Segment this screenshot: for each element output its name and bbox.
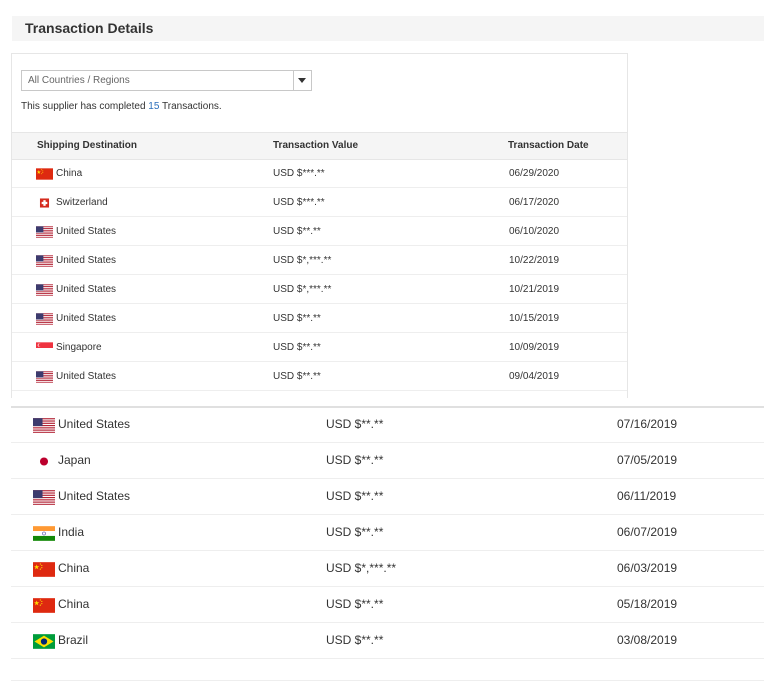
country-region-select[interactable]: All Countries / Regions [21,70,312,91]
country-region-select-value: All Countries / Regions [28,75,130,86]
transaction-row: United States USD $*,***.** 10/21/2019 [12,275,627,304]
transaction-value-cell: USD $**.** [326,525,384,539]
destination-cell: China [58,597,90,611]
transaction-row: Singapore USD $**.** 10/09/2019 [12,333,627,362]
destination-cell: United States [56,313,117,324]
transaction-value-cell: USD $**.** [273,313,321,324]
transaction-row: China USD $*,***.** 06/03/2019 [11,551,764,587]
india-flag-icon [33,526,55,541]
transaction-date-cell: 10/21/2019 [509,284,560,295]
japan-flag-icon [33,454,55,469]
section-header: Transaction Details [12,16,764,41]
destination-cell: India [58,525,85,539]
select-dropdown-button[interactable] [293,71,311,90]
column-header-value: Transaction Value [273,140,359,151]
destination-cell: Brazil [58,633,89,647]
transaction-date-cell: 06/29/2020 [509,168,560,179]
transaction-row: United States USD $*,***.** 10/22/2019 [12,246,627,275]
united-states-flag-icon [36,226,53,238]
united-states-flag-icon [36,371,53,383]
transactions-panel: All Countries / Regions This supplier ha… [11,53,628,398]
transaction-value-cell: USD $**.** [326,597,384,611]
transaction-row: United States USD $**.** 07/16/2019 [11,407,764,443]
transaction-row: Brazil USD $**.** 03/08/2019 [11,623,764,659]
transaction-value-cell: USD $***.** [273,197,325,208]
transaction-date-cell: 06/17/2020 [509,197,560,208]
destination-cell: China [58,561,90,575]
destination-cell: United States [56,226,117,237]
transaction-value-cell: USD $***.** [273,168,325,179]
destination-cell: United States [58,489,131,503]
transaction-value-cell: USD $*,***.** [273,284,332,295]
destination-cell: Japan [58,453,91,467]
transaction-row: Japan USD $**.** 07/05/2019 [11,443,764,479]
transaction-value-cell: USD $**.** [326,489,384,503]
transaction-date-cell: 06/03/2019 [617,561,678,575]
singapore-flag-icon [36,342,53,354]
transaction-count: 15 [148,101,160,112]
transaction-value-cell: USD $**.** [273,371,321,382]
table-header: Shipping Destination Transaction Value T… [12,132,627,160]
section-title: Transaction Details [25,20,154,36]
transaction-value-cell: USD $*,***.** [326,561,397,575]
transaction-row: United States USD $**.** 06/11/2019 [11,479,764,515]
transaction-value-cell: USD $**.** [273,342,321,353]
destination-cell: United States [58,417,131,431]
chevron-down-icon [298,78,306,83]
transaction-value-cell: USD $**.** [326,633,384,647]
transaction-date-cell: 05/18/2019 [617,597,678,611]
destination-cell: Switzerland [56,197,108,208]
united-states-flag-icon [33,418,55,433]
transaction-date-cell: 07/16/2019 [617,417,678,431]
transaction-row: United States USD $**.** 06/10/2020 [12,217,627,246]
transaction-row: United States USD $**.** 09/04/2019 [12,362,627,391]
united-states-flag-icon [36,284,53,296]
column-header-date: Transaction Date [508,140,589,151]
united-states-flag-icon [33,490,55,505]
transaction-row: China USD $**.** 05/18/2019 [11,587,764,623]
transaction-date-cell: 06/07/2019 [617,525,678,539]
transaction-date-cell: 10/09/2019 [509,342,560,353]
transaction-value-cell: USD $**.** [326,417,384,431]
transaction-summary: This supplier has completed 15 Transacti… [21,101,222,112]
china-flag-icon [33,598,55,613]
united-states-flag-icon [36,313,53,325]
transaction-date-cell: 06/11/2019 [617,489,677,503]
transaction-row: India USD $**.** 06/07/2019 [11,515,764,551]
transaction-date-cell: 06/10/2020 [509,226,560,237]
transaction-value-cell: USD $**.** [273,226,321,237]
transactions-list-expanded: United States USD $**.** 07/16/2019 Japan US… [11,407,764,659]
transaction-row: Switzerland USD $***.** 06/17/2020 [12,188,627,217]
transaction-row: United States USD $**.** 10/15/2019 [12,304,627,333]
transaction-date-cell: 10/15/2019 [509,313,560,324]
destination-cell: China [56,168,83,179]
destination-cell: United States [56,371,117,382]
transaction-value-cell: USD $**.** [326,453,384,467]
destination-cell: United States [56,255,117,266]
transaction-date-cell: 03/08/2019 [617,633,678,647]
transactions-table-body: China USD $***.** 06/29/2020 Switzerland USD… [12,159,627,391]
transaction-value-cell: USD $*,***.** [273,255,332,266]
divider [11,680,764,681]
destination-cell: Singapore [56,342,102,353]
brazil-flag-icon [33,634,55,649]
transaction-date-cell: 10/22/2019 [509,255,560,266]
transaction-date-cell: 09/04/2019 [509,371,560,382]
transaction-row: China USD $***.** 06/29/2020 [12,159,627,188]
transaction-date-cell: 07/05/2019 [617,453,678,467]
united-states-flag-icon [36,255,53,267]
column-header-destination: Shipping Destination [37,140,137,151]
china-flag-icon [36,168,53,180]
china-flag-icon [33,562,55,577]
destination-cell: United States [56,284,117,295]
switzerland-flag-icon [36,197,53,209]
